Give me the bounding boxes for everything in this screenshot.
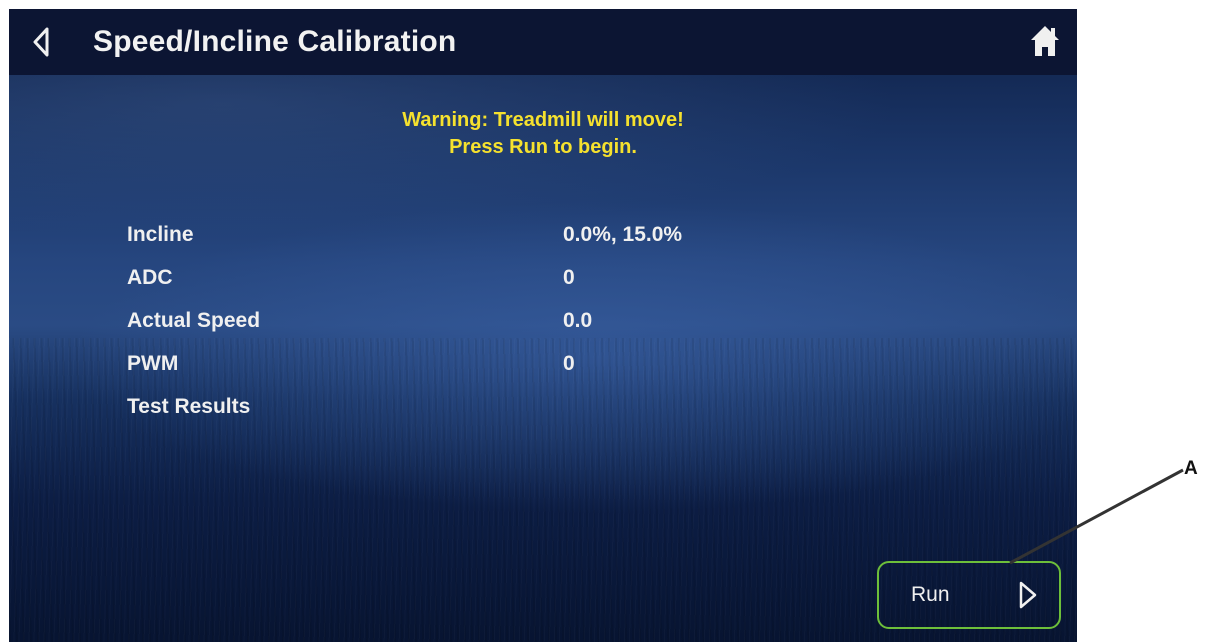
header-bar: Speed/Incline Calibration (9, 9, 1077, 75)
actual-speed-value: 0.0 (563, 309, 593, 332)
test-results-row: Test Results (9, 395, 1077, 425)
run-button[interactable]: Run (877, 561, 1061, 629)
callout-label-a: A (1184, 458, 1198, 479)
chevron-left-icon (33, 27, 49, 57)
warning-line-2: Press Run to begin. (449, 136, 637, 158)
adc-row: ADC 0 (9, 266, 1077, 296)
home-icon (1031, 26, 1059, 56)
actual-speed-row: Actual Speed 0.0 (9, 309, 1077, 339)
incline-value: 0.0%, 15.0% (563, 223, 683, 246)
warning-line-1: Warning: Treadmill will move! (402, 109, 684, 131)
test-results-label: Test Results (127, 395, 251, 418)
pwm-value: 0 (563, 352, 575, 375)
run-button-label: Run (911, 583, 950, 606)
adc-label: ADC (127, 266, 173, 289)
page-title: Speed/Incline Calibration (93, 25, 457, 58)
warning-message: Warning: Treadmill will move! Press Run … (9, 107, 1077, 161)
home-button[interactable] (1029, 23, 1061, 59)
treadmill-screen: Speed/Incline Calibration Warning: Tread… (9, 9, 1077, 642)
play-arrow-icon (1019, 581, 1037, 609)
pwm-row: PWM 0 (9, 352, 1077, 382)
incline-label: Incline (127, 223, 194, 246)
back-button[interactable] (27, 25, 57, 59)
actual-speed-label: Actual Speed (127, 309, 261, 332)
adc-value: 0 (563, 266, 575, 289)
pwm-label: PWM (127, 352, 179, 375)
incline-row: Incline 0.0%, 15.0% (9, 223, 1077, 253)
